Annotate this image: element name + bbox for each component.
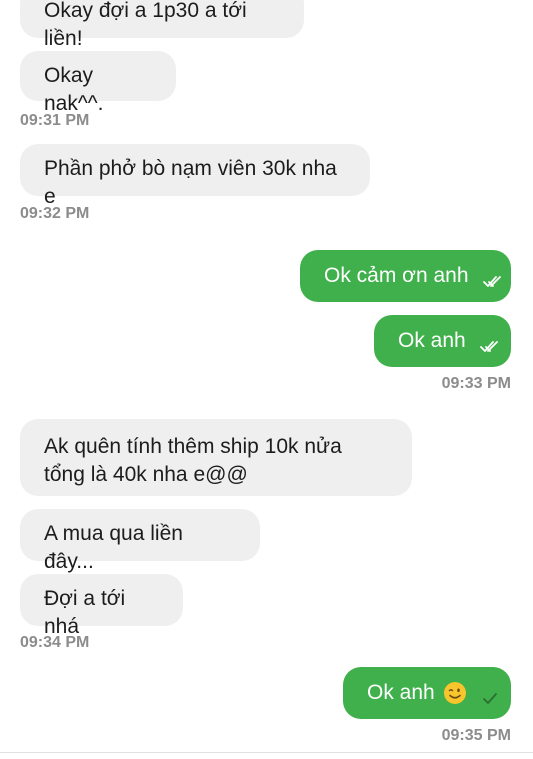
message-text: Ok anh	[367, 681, 435, 704]
incoming-message[interactable]: Ak quên tính thêm ship 10k nửa tổng là 4…	[20, 419, 412, 496]
timestamp: 09:34 PM	[20, 634, 90, 651]
timestamp: 09:31 PM	[20, 112, 90, 129]
timestamp: 09:35 PM	[441, 727, 511, 744]
chat-thread: Okay đợi a 1p30 a tới liền! Okay nak^^. …	[0, 0, 533, 759]
incoming-message[interactable]: A mua qua liền đây...	[20, 509, 260, 573]
message-text: Ok cảm ơn anh	[324, 264, 469, 287]
message-text: Đợi a tới nhá	[44, 587, 126, 638]
timestamp: 09:32 PM	[20, 205, 90, 222]
message-text: Phần phở bò nạm viên 30k nha e	[44, 157, 337, 208]
message-text: Ak quên tính thêm ship 10k nửa tổng là 4…	[44, 435, 342, 486]
winking-face-emoji-icon	[443, 681, 467, 705]
message-text: Ok anh	[398, 329, 466, 352]
incoming-message[interactable]: Okay nak^^.	[20, 51, 176, 115]
single-check-icon	[479, 686, 501, 704]
outgoing-message[interactable]: Ok cảm ơn anh	[300, 250, 511, 302]
incoming-message[interactable]: Phần phở bò nạm viên 30k nha e	[20, 144, 370, 208]
message-text: A mua qua liền đây...	[44, 522, 183, 573]
message-text: Okay đợi a 1p30 a tới liền!	[44, 0, 247, 50]
incoming-message[interactable]: Okay đợi a 1p30 a tới liền!	[20, 0, 304, 50]
double-check-icon	[482, 269, 505, 287]
message-text: Okay nak^^.	[44, 64, 104, 115]
incoming-message[interactable]: Đợi a tới nhá	[20, 574, 183, 638]
outgoing-message[interactable]: Ok anh	[374, 315, 511, 367]
outgoing-message[interactable]: Ok anh	[343, 667, 511, 719]
divider	[0, 752, 533, 753]
timestamp: 09:33 PM	[441, 375, 511, 392]
double-check-icon	[479, 334, 502, 352]
